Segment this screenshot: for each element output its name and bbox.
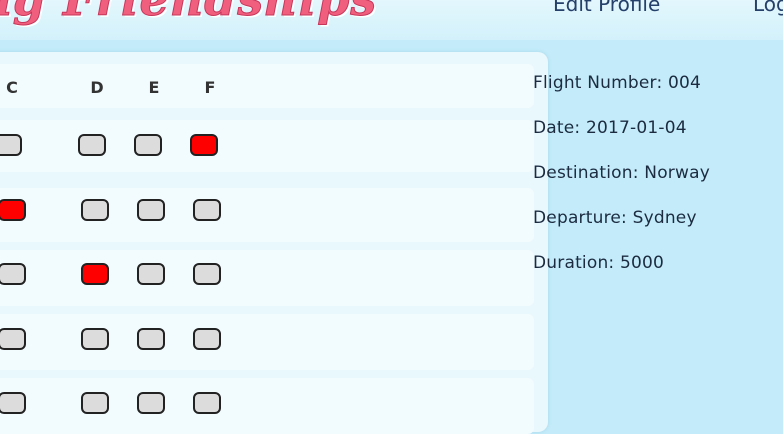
seat-map-panel [0, 52, 548, 434]
seat-1e[interactable] [134, 134, 162, 156]
seat-2f[interactable] [193, 199, 221, 221]
seat-2c[interactable] [0, 199, 26, 221]
flight-number: Flight Number: 004 [533, 73, 702, 93]
seat-4e[interactable] [137, 328, 165, 350]
seat-5f[interactable] [193, 392, 221, 414]
seat-2e[interactable] [137, 199, 165, 221]
seat-4c[interactable] [0, 328, 26, 350]
seat-1d[interactable] [78, 134, 106, 156]
flight-departure: Departure: Sydney [533, 208, 697, 228]
column-label-f: F [204, 78, 216, 97]
seat-2d[interactable] [81, 199, 109, 221]
flight-date: Date: 2017-01-04 [533, 118, 687, 138]
seat-5e[interactable] [137, 392, 165, 414]
seat-1c[interactable] [0, 134, 22, 156]
seat-4d[interactable] [81, 328, 109, 350]
seat-3d[interactable] [81, 263, 109, 285]
seat-3c[interactable] [0, 263, 26, 285]
seat-3e[interactable] [137, 263, 165, 285]
column-label-e: E [148, 78, 160, 97]
header-band [0, 64, 534, 108]
seat-4f[interactable] [193, 328, 221, 350]
seat-3f[interactable] [193, 263, 221, 285]
logout-link[interactable]: Logout [753, 0, 783, 16]
flight-duration: Duration: 5000 [533, 253, 665, 273]
app-logo[interactable]: Flying Friendships [0, 0, 377, 27]
seat-5c[interactable] [0, 392, 26, 414]
column-label-d: D [90, 78, 104, 97]
seat-1f[interactable] [190, 134, 218, 156]
column-label-c: C [6, 78, 18, 97]
flight-destination: Destination: Norway [533, 163, 710, 183]
seat-5d[interactable] [81, 392, 109, 414]
app-header: Flying Friendships Edit Profile Logout [0, 0, 783, 40]
edit-profile-link[interactable]: Edit Profile [553, 0, 660, 16]
